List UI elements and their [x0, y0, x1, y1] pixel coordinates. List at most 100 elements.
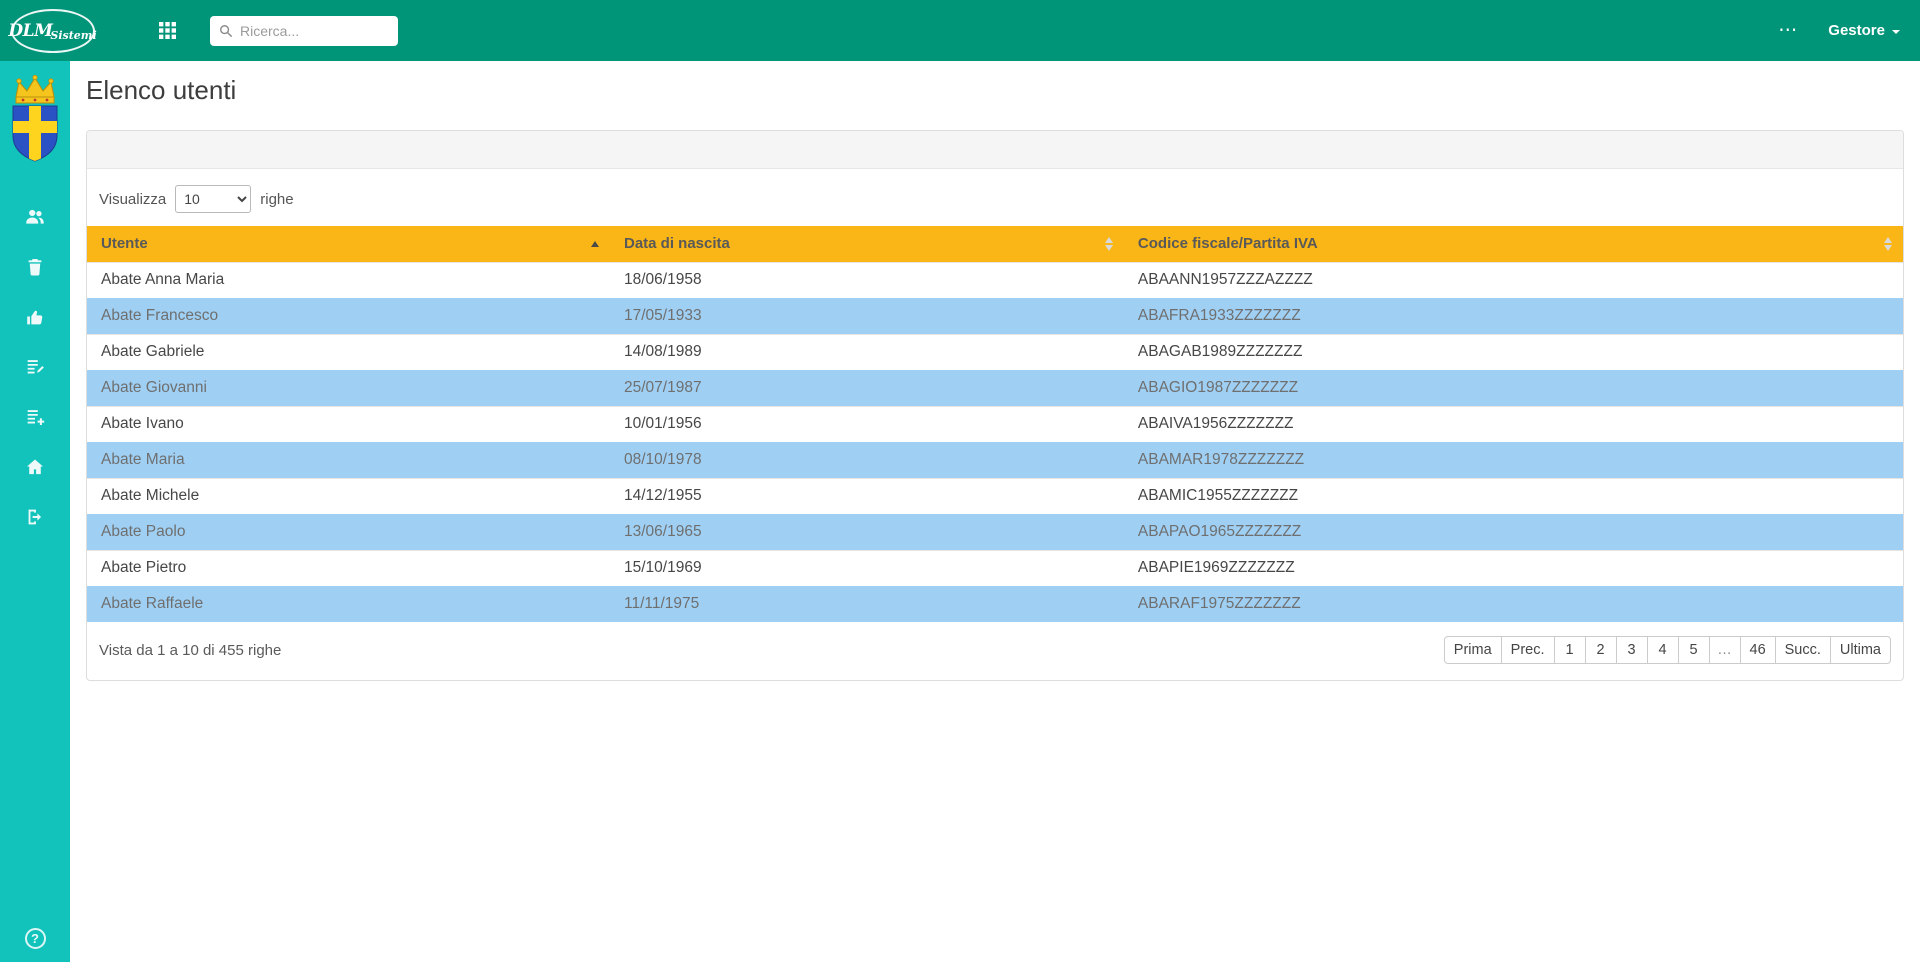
table-row[interactable]: Abate Maria08/10/1978ABAMAR1978ZZZZZZZ [87, 442, 1903, 478]
brand-logo[interactable]: DLM Sistemi [0, 0, 105, 61]
table-cell: 10/01/1956 [610, 406, 1124, 442]
table-cell: ABAMIC1955ZZZZZZZ [1124, 478, 1903, 514]
user-menu-label: Gestore [1828, 22, 1885, 39]
table-row[interactable]: Abate Raffaele11/11/1975ABARAF1975ZZZZZZ… [87, 586, 1903, 622]
help-button[interactable]: ? [0, 928, 70, 949]
table-row[interactable]: Abate Ivano10/01/1956ABAIVA1956ZZZZZZZ [87, 406, 1903, 442]
table-cell: 17/05/1933 [610, 298, 1124, 334]
user-menu-button[interactable]: Gestore [1828, 22, 1900, 39]
table-cell: 14/08/1989 [610, 334, 1124, 370]
sidebar-item-users[interactable] [0, 192, 70, 242]
rows-label: righe [260, 191, 293, 208]
table-cell: Abate Giovanni [87, 370, 610, 406]
table-cell: 15/10/1969 [610, 550, 1124, 586]
more-menu-button[interactable]: ⋯ [1778, 21, 1798, 40]
sidebar-item-thumbs-up[interactable] [0, 292, 70, 342]
sidebar: ? [0, 61, 70, 962]
page-button-4[interactable]: 4 [1647, 636, 1679, 664]
table-row[interactable]: Abate Anna Maria18/06/1958ABAANN1957ZZZA… [87, 262, 1903, 298]
trash-icon [24, 256, 46, 278]
column-label: Utente [101, 235, 148, 252]
page-button-3[interactable]: 3 [1616, 636, 1648, 664]
panel-heading [87, 131, 1903, 169]
pagination: PrimaPrec.12345…46Succ.Ultima [1444, 636, 1891, 664]
column-header-utente[interactable]: Utente [87, 226, 610, 262]
table-cell: ABAGIO1987ZZZZZZZ [1124, 370, 1903, 406]
table-cell: 13/06/1965 [610, 514, 1124, 550]
table-cell: 14/12/1955 [610, 478, 1124, 514]
sidebar-item-list-plus[interactable] [0, 392, 70, 442]
show-label: Visualizza [99, 191, 166, 208]
list-plus-icon [24, 406, 46, 428]
table-cell: ABAMAR1978ZZZZZZZ [1124, 442, 1903, 478]
table-cell: ABAPIE1969ZZZZZZZ [1124, 550, 1903, 586]
navbar-search [210, 16, 398, 46]
table-cell: ABAGAB1989ZZZZZZZ [1124, 334, 1903, 370]
sidebar-item-list-edit[interactable] [0, 342, 70, 392]
table-row[interactable]: Abate Francesco17/05/1933ABAFRA1933ZZZZZ… [87, 298, 1903, 334]
table-cell: 08/10/1978 [610, 442, 1124, 478]
page-button-5[interactable]: 5 [1678, 636, 1710, 664]
page-button-ultima[interactable]: Ultima [1830, 636, 1891, 664]
users-icon [24, 206, 46, 228]
page-button-succ[interactable]: Succ. [1775, 636, 1831, 664]
page-button-ellipsis[interactable]: … [1709, 636, 1741, 664]
table-header-row: Utente Data di nascita Codice fiscale/Part… [87, 226, 1903, 262]
search-icon [219, 24, 233, 38]
sort-both-icon [1884, 237, 1892, 251]
table-cell: 18/06/1958 [610, 262, 1124, 298]
table-cell: Abate Francesco [87, 298, 610, 334]
column-label: Codice fiscale/Partita IVA [1138, 235, 1318, 252]
question-icon: ? [25, 928, 46, 949]
page-button-46[interactable]: 46 [1740, 636, 1776, 664]
table-cell: Abate Paolo [87, 514, 610, 550]
sidebar-item-home[interactable] [0, 442, 70, 492]
table-cell: ABAIVA1956ZZZZZZZ [1124, 406, 1903, 442]
page-button-prima[interactable]: Prima [1444, 636, 1502, 664]
column-label: Data di nascita [624, 235, 730, 252]
table-footer: Vista da 1 a 10 di 455 righe PrimaPrec.1… [99, 636, 1891, 664]
table-row[interactable]: Abate Michele14/12/1955ABAMIC1955ZZZZZZZ [87, 478, 1903, 514]
navbar-search-input[interactable] [240, 23, 421, 39]
list-edit-icon [24, 356, 46, 378]
table-cell: Abate Michele [87, 478, 610, 514]
table-row[interactable]: Abate Paolo13/06/1965ABAPAO1965ZZZZZZZ [87, 514, 1903, 550]
table-cell: ABAFRA1933ZZZZZZZ [1124, 298, 1903, 334]
table-cell: 25/07/1987 [610, 370, 1124, 406]
page-size-select[interactable]: 10 [175, 185, 251, 213]
table-cell: Abate Ivano [87, 406, 610, 442]
top-navbar: DLM Sistemi ⋯ Gestore [0, 0, 1920, 61]
logout-icon [24, 506, 46, 528]
table-row[interactable]: Abate Pietro15/10/1969ABAPIE1969ZZZZZZZ [87, 550, 1903, 586]
sort-asc-icon [591, 241, 599, 247]
coat-of-arms [8, 73, 62, 172]
table-cell: ABARAF1975ZZZZZZZ [1124, 586, 1903, 622]
page-button-2[interactable]: 2 [1585, 636, 1617, 664]
table-cell: Abate Pietro [87, 550, 610, 586]
sidebar-item-trash[interactable] [0, 242, 70, 292]
table-info: Vista da 1 a 10 di 455 righe [99, 642, 281, 659]
thumbs-up-icon [24, 306, 46, 328]
navbar-right: ⋯ Gestore [1778, 21, 1920, 40]
chevron-down-icon [1892, 30, 1900, 34]
page-button-1[interactable]: 1 [1554, 636, 1586, 664]
table-cell: Abate Gabriele [87, 334, 610, 370]
users-panel: Visualizza 10 righe Utente Data di nascit… [86, 130, 1904, 681]
table-row[interactable]: Abate Gabriele14/08/1989ABAGAB1989ZZZZZZ… [87, 334, 1903, 370]
column-header-data-di-nascita[interactable]: Data di nascita [610, 226, 1124, 262]
table-cell: 11/11/1975 [610, 586, 1124, 622]
table-cell: Abate Raffaele [87, 586, 610, 622]
sidebar-nav [0, 192, 70, 542]
main-content: + Elenco utenti Visualizza 10 righe Uten… [70, 0, 1920, 681]
page-title: Elenco utenti [86, 75, 1904, 106]
table-row[interactable]: Abate Giovanni25/07/1987ABAGIO1987ZZZZZZ… [87, 370, 1903, 406]
sort-both-icon [1105, 237, 1113, 251]
column-header-codice-fiscale-partita-iva[interactable]: Codice fiscale/Partita IVA [1124, 226, 1903, 262]
sidebar-item-logout[interactable] [0, 492, 70, 542]
table-cell: Abate Maria [87, 442, 610, 478]
brand-text-main: DLM [8, 21, 52, 41]
users-table: Utente Data di nascita Codice fiscale/Part… [87, 226, 1903, 622]
brand-text-sub: Sistemi [50, 29, 96, 42]
apps-grid-icon[interactable] [159, 22, 176, 39]
page-button-prec[interactable]: Prec. [1501, 636, 1555, 664]
